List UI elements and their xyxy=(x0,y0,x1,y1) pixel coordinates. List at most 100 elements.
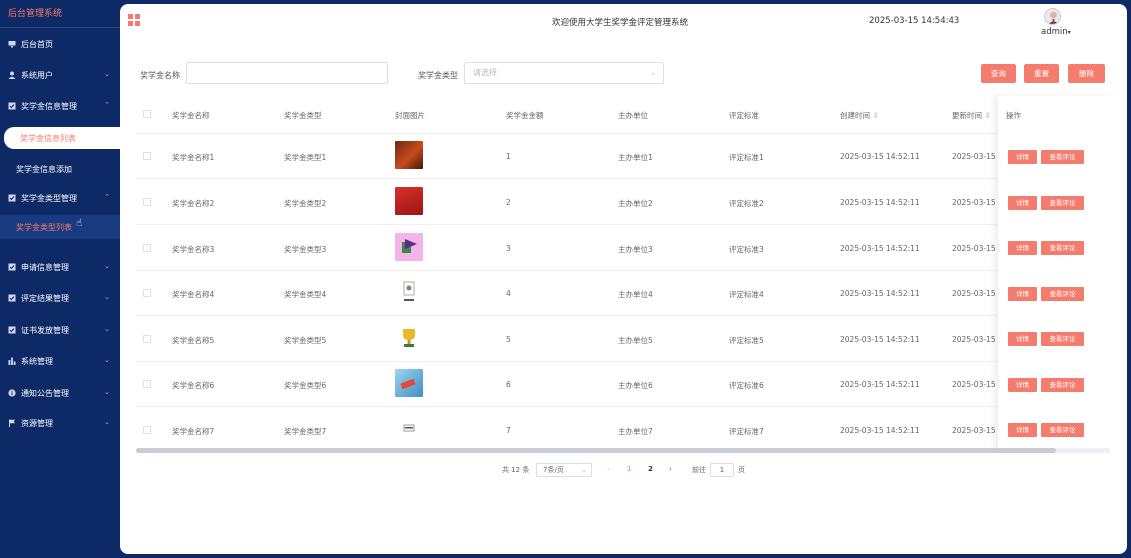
total-count: 共 12 条 xyxy=(502,466,530,474)
table-row: 奖学金名称4 奖学金类型4 4 主办单位4 评定标准4 2025-03-15 1… xyxy=(136,271,1110,316)
cover-image xyxy=(395,415,423,443)
view-comments-button[interactable]: 查看评论 xyxy=(1041,378,1084,392)
row-checkbox[interactable] xyxy=(143,335,151,343)
menu-toggle-grid-icon[interactable] xyxy=(128,14,140,26)
cell-amount: 7 xyxy=(506,426,511,435)
col-amount: 奖学金金额 xyxy=(506,111,544,120)
menu-scholarship-add[interactable]: 奖学金信息添加 xyxy=(0,158,120,180)
cell-std: 评定标准7 xyxy=(729,427,764,436)
row-checkbox[interactable] xyxy=(143,244,151,252)
chevron-down-icon: ⌄ xyxy=(650,69,656,77)
menu-scholarship-info[interactable]: 奖学金信息管理 ⌃ xyxy=(0,96,120,116)
cell-std: 评定标准1 xyxy=(729,153,764,162)
row-checkbox[interactable] xyxy=(143,380,151,388)
detail-button[interactable]: 详情 xyxy=(1008,241,1037,255)
table-row: 奖学金名称1 奖学金类型1 1 主办单位1 评定标准1 2025-03-15 1… xyxy=(136,134,1110,179)
detail-button[interactable]: 详情 xyxy=(1008,378,1037,392)
view-comments-button[interactable]: 查看评论 xyxy=(1041,196,1084,210)
page-size-select[interactable]: 7条/页 ⌄ xyxy=(536,463,592,477)
cell-created: 2025-03-15 14:52:11 xyxy=(840,244,920,253)
cover-image xyxy=(395,187,423,215)
next-page-icon[interactable]: › xyxy=(669,465,672,473)
col-created[interactable]: 创建时间 ⇕ xyxy=(840,110,879,121)
cell-std: 评定标准5 xyxy=(729,336,764,345)
page-2[interactable]: 2 xyxy=(648,465,653,473)
view-comments-button[interactable]: 查看评论 xyxy=(1041,423,1084,437)
name-label: 奖学金名称 xyxy=(140,71,180,80)
chevron-down-icon: ⌄ xyxy=(104,70,110,78)
cell-org: 主办单位5 xyxy=(618,336,653,345)
detail-button[interactable]: 详情 xyxy=(1008,196,1037,210)
view-comments-button[interactable]: 查看评论 xyxy=(1041,241,1084,255)
cell-amount: 4 xyxy=(506,289,511,298)
page-size-value: 7条/页 xyxy=(543,466,564,474)
row-checkbox[interactable] xyxy=(143,426,151,434)
cell-amount: 6 xyxy=(506,380,511,389)
table-row: 奖学金名称5 奖学金类型5 5 主办单位5 评定标准5 2025-03-15 1… xyxy=(136,317,1110,362)
cover-image xyxy=(395,369,423,397)
type-select[interactable]: 请选择 ⌄ xyxy=(464,62,664,84)
view-comments-button[interactable]: 查看评论 xyxy=(1041,332,1084,346)
menu-scholarship-list[interactable]: 奖学金信息列表 xyxy=(4,127,120,149)
detail-button[interactable]: 详情 xyxy=(1008,287,1037,301)
col-updated[interactable]: 更新时间 ⇕ xyxy=(952,110,991,121)
cell-type: 奖学金类型4 xyxy=(284,290,327,299)
query-button[interactable]: 查询 xyxy=(981,64,1016,83)
type-label: 奖学金类型 xyxy=(418,71,458,80)
cell-type: 奖学金类型3 xyxy=(284,245,327,254)
menu-system-manage[interactable]: 系统管理 ⌄ xyxy=(0,351,120,371)
detail-button[interactable]: 详情 xyxy=(1008,150,1037,164)
checkbox-icon xyxy=(8,326,16,334)
delete-button[interactable]: 删除 xyxy=(1068,64,1105,83)
menu-label: 申请信息管理 xyxy=(21,262,69,272)
cell-std: 评定标准4 xyxy=(729,290,764,299)
operation-column: 操作 详情 查看评论 详情 查看评论 详情 查看评论 详情 查看评论 详情 查看… xyxy=(998,96,1111,451)
user-menu[interactable]: admin▾ xyxy=(1041,27,1071,37)
cell-std: 评定标准3 xyxy=(729,245,764,254)
row-checkbox[interactable] xyxy=(143,289,151,297)
col-std: 评定标准 xyxy=(729,111,759,120)
sort-icon: ⇕ xyxy=(984,111,991,120)
menu-scholarship-type-list[interactable]: 奖学金类型列表 xyxy=(0,215,120,239)
menu-label: 系统用户 xyxy=(21,70,53,80)
prev-page-icon[interactable]: ‹ xyxy=(607,465,610,473)
menu-home[interactable]: 后台首页 xyxy=(0,34,120,54)
view-comments-button[interactable]: 查看评论 xyxy=(1041,150,1084,164)
caret-down-icon: ▾ xyxy=(1067,29,1071,36)
menu-application[interactable]: 申请信息管理 ⌄ xyxy=(0,257,120,277)
header-datetime: 2025-03-15 14:54:43 xyxy=(869,16,960,26)
menu-resource[interactable]: 资源管理 ⌄ xyxy=(0,413,120,433)
col-updated-label: 更新时间 xyxy=(952,111,982,120)
name-input[interactable] xyxy=(186,62,388,84)
detail-button[interactable]: 详情 xyxy=(1008,332,1037,346)
goto-label: 前往 xyxy=(692,466,706,474)
menu-evaluation[interactable]: 评定结果管理 ⌄ xyxy=(0,288,120,308)
cell-name: 奖学金名称6 xyxy=(172,381,215,390)
checkbox-icon xyxy=(8,263,16,271)
cell-org: 主办单位4 xyxy=(618,290,653,299)
table-row: 奖学金名称2 奖学金类型2 2 主办单位2 评定标准2 2025-03-15 1… xyxy=(136,180,1110,225)
reset-button[interactable]: 重置 xyxy=(1024,64,1059,83)
avatar[interactable] xyxy=(1044,8,1061,25)
menu-scholarship-type[interactable]: 奖学金类型管理 ⌃ xyxy=(0,188,120,208)
col-created-label: 创建时间 xyxy=(840,111,870,120)
menu-label: 奖学金类型管理 xyxy=(21,193,77,203)
monitor-icon xyxy=(8,40,16,48)
select-all-checkbox[interactable] xyxy=(143,110,151,118)
chevron-down-icon: ⌄ xyxy=(104,293,110,301)
cell-created: 2025-03-15 14:52:11 xyxy=(840,152,920,161)
menu-notice[interactable]: 通知公告管理 ⌄ xyxy=(0,383,120,403)
cell-type: 奖学金类型2 xyxy=(284,199,327,208)
scrollbar-thumb[interactable] xyxy=(136,448,1056,453)
menu-label: 通知公告管理 xyxy=(21,388,69,398)
row-checkbox[interactable] xyxy=(143,198,151,206)
menu-system-users[interactable]: 系统用户 ⌄ xyxy=(0,65,120,85)
goto-page-input[interactable]: 1 xyxy=(710,463,734,477)
detail-button[interactable]: 详情 xyxy=(1008,423,1037,437)
horizontal-scrollbar[interactable] xyxy=(136,448,1110,453)
page-1[interactable]: 1 xyxy=(627,465,631,473)
cell-type: 奖学金类型6 xyxy=(284,381,327,390)
row-checkbox[interactable] xyxy=(143,152,151,160)
view-comments-button[interactable]: 查看评论 xyxy=(1041,287,1084,301)
menu-certificate[interactable]: 证书发放管理 ⌄ xyxy=(0,320,120,340)
